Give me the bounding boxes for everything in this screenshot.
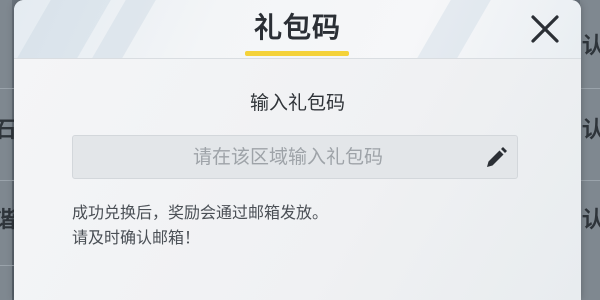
background-divider [0, 180, 14, 181]
input-label: 输入礼包码 [249, 92, 345, 114]
pencil-icon[interactable] [483, 145, 509, 171]
background-left-edge [0, 0, 12, 300]
background-text: 认 [582, 34, 600, 59]
close-button[interactable] [524, 8, 566, 50]
notice-text: 成功兑换后，奖励会通过邮箱发放。 请及时确认邮箱！ [72, 200, 328, 250]
background-text: 认 [582, 118, 600, 143]
title-underline [245, 51, 349, 56]
background-text: 认 [582, 208, 600, 233]
dialog-title: 礼包码 [253, 11, 341, 44]
background-divider [581, 88, 600, 89]
close-icon [531, 15, 559, 43]
background-divider [0, 88, 14, 89]
background-divider [0, 265, 14, 266]
gift-code-input-box[interactable] [72, 135, 518, 179]
background-divider [581, 180, 600, 181]
gift-code-input[interactable] [73, 136, 483, 178]
notice-line: 成功兑换后，奖励会通过邮箱发放。 [72, 203, 329, 222]
dialog-header: 礼包码 [14, 0, 581, 59]
gift-code-dialog: 礼包码 输入礼包码 成功兑换后，奖励会通过邮箱发放。 请及时确认邮箱！ [14, 0, 581, 300]
notice-line: 请及时确认邮箱！ [72, 228, 201, 247]
